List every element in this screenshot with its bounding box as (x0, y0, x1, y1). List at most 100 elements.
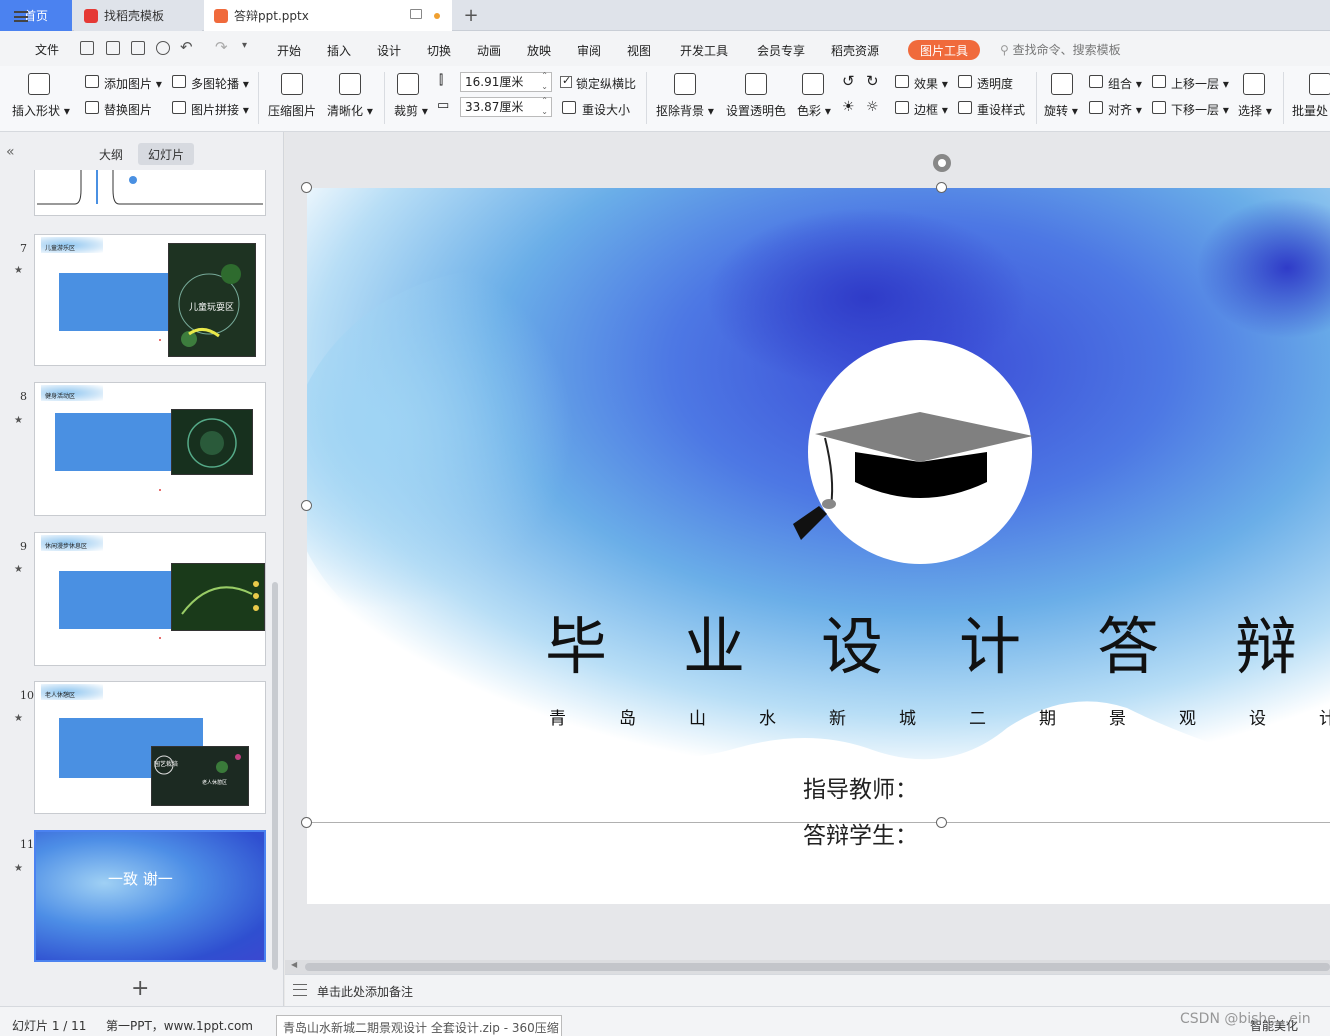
command-search[interactable]: ⚲ 查找命令、搜索模板 (1000, 41, 1121, 58)
reset-style-button[interactable]: 重设样式 (977, 101, 1025, 118)
select-button[interactable]: 选择 ▾ (1238, 102, 1272, 119)
picture-collage-button[interactable]: 图片拼接 ▾ (191, 101, 249, 118)
align-button[interactable]: 对齐 ▾ (1108, 101, 1142, 118)
customize-quickbar-icon[interactable]: ▾ (242, 40, 247, 51)
tab-home[interactable]: 首页 (0, 0, 72, 31)
set-transparent-button[interactable]: 设置透明色 (726, 102, 786, 119)
horizontal-scrollbar[interactable]: ◀ (285, 960, 1330, 974)
menu-member[interactable]: 会员专享 (757, 42, 805, 59)
slide-10-title: 老人休憩区 (45, 692, 76, 699)
insert-shape-button[interactable]: 插入形状 ▾ (12, 102, 70, 119)
slide-subtitle[interactable]: 青岛山水新城二期景观设计 (549, 704, 1330, 729)
slide-thumbnail-6[interactable] (34, 170, 266, 216)
effects-button[interactable]: 效果 ▾ (914, 75, 948, 92)
bring-forward-button[interactable]: 上移一层 ▾ (1171, 75, 1229, 92)
undo-icon[interactable]: ↶ (180, 38, 193, 56)
add-slide-button[interactable]: + (131, 976, 149, 1001)
rotate-button[interactable]: 旋转 ▾ (1044, 102, 1078, 119)
menu-slideshow[interactable]: 放映 (527, 42, 551, 59)
tab-slides[interactable]: 幻灯片 (138, 143, 194, 165)
sharpen-button[interactable]: 清晰化 ▾ (327, 102, 373, 119)
collapse-panel-icon[interactable]: « (6, 144, 15, 160)
status-bar: 幻灯片 1 / 11 第一PPT，www.1ppt.com 青岛山水新城二期景观… (0, 1006, 1330, 1036)
rotate-right-icon[interactable]: ↻ (866, 72, 879, 90)
slide-10-plan-drawing (154, 754, 241, 775)
new-tab-button[interactable]: + (458, 0, 484, 31)
print-preview-icon[interactable] (156, 41, 170, 55)
horizontal-scroll-thumb[interactable] (305, 963, 1330, 971)
hamburger-icon[interactable] (14, 11, 28, 22)
print-icon[interactable] (131, 41, 145, 55)
brightness-up-icon[interactable]: ☀ (842, 99, 855, 115)
selection-bottom-edge (307, 822, 1330, 823)
transparency-icon (958, 75, 972, 88)
menu-insert[interactable]: 插入 (327, 42, 351, 59)
reset-size-button[interactable]: 重设大小 (582, 101, 630, 118)
brightness-down-icon[interactable]: ☼ (866, 99, 879, 115)
slide-7-text-box (59, 273, 171, 331)
lock-aspect-checkbox[interactable] (560, 74, 572, 88)
height-input[interactable]: 16.91厘米 (460, 70, 552, 92)
slide-thumbnail-8[interactable]: 健身活动区 (34, 382, 266, 516)
crop-button[interactable]: 裁剪 ▾ (394, 102, 428, 119)
menu-review[interactable]: 审阅 (577, 42, 601, 59)
slide-thumbnail-11[interactable]: 一致 谢一 (34, 830, 266, 962)
panel-scrollbar[interactable] (272, 582, 278, 970)
slide-10-image-label-2: 老人休憩区 (202, 780, 228, 786)
slide-thumbnail-10[interactable]: 老人休憩区 园艺栽培 老人休憩区 (34, 681, 266, 814)
advisor-label[interactable]: 指导教师： (803, 770, 918, 804)
slide-8-text-box (55, 413, 175, 471)
save-icon[interactable] (80, 41, 94, 55)
menu-docer[interactable]: 稻壳资源 (831, 42, 879, 59)
batch-button[interactable]: 批量处 (1292, 102, 1328, 119)
multi-carousel-button[interactable]: 多图轮播 ▾ (191, 75, 249, 92)
add-picture-button[interactable]: 添加图片 ▾ (104, 75, 162, 92)
color-button[interactable]: 色彩 ▾ (797, 102, 831, 119)
menu-view[interactable]: 视图 (627, 42, 651, 59)
send-backward-button[interactable]: 下移一层 ▾ (1171, 101, 1229, 118)
resize-handle-top[interactable] (936, 182, 947, 193)
group-button[interactable]: 组合 ▾ (1108, 75, 1142, 92)
tab-picture-tools[interactable]: 图片工具 (908, 40, 980, 60)
theme-name[interactable]: 第一PPT，www.1ppt.com (106, 1017, 253, 1034)
slide-title[interactable]: 毕业设计答辩 (545, 596, 1330, 686)
slide-thumbnail-7[interactable]: 儿童游乐区 儿童玩耍区 (34, 234, 266, 366)
resize-handle-bottom-left[interactable] (301, 817, 312, 828)
remove-background-button[interactable]: 抠除背景 ▾ (656, 102, 714, 119)
notes-placeholder[interactable]: 单击此处添加备注 (317, 983, 413, 1000)
resize-handle-top-left[interactable] (301, 182, 312, 193)
resize-handle-bottom[interactable] (936, 817, 947, 828)
rotate-left-icon[interactable]: ↺ (842, 72, 855, 90)
insert-shape-icon (28, 73, 50, 95)
resize-handle-left[interactable] (301, 500, 312, 511)
tab-template[interactable]: 找稻壳模板 (74, 0, 202, 31)
slide-canvas: 毕业设计答辩 青岛山水新城二期景观设计 指导教师： 答辩学生： ◀ (285, 132, 1330, 974)
menu-design[interactable]: 设计 (377, 42, 401, 59)
replace-picture-button[interactable]: 替换图片 (104, 101, 152, 118)
tab-file[interactable]: 答辩ppt.pptx (204, 0, 452, 31)
slide-8-marker (159, 489, 161, 491)
monitor-icon[interactable] (410, 9, 422, 19)
menu-transition[interactable]: 切换 (427, 42, 451, 59)
width-input[interactable]: 33.87厘米 (460, 95, 552, 117)
menu-file[interactable]: 文件 (35, 41, 59, 58)
export-pdf-icon[interactable] (106, 41, 120, 55)
menu-developer[interactable]: 开发工具 (680, 42, 728, 59)
menu-animation[interactable]: 动画 (477, 42, 501, 59)
slide-thumbnail-9[interactable]: 休闲漫步休息区 (34, 532, 266, 666)
transparency-button[interactable]: 透明度 (977, 75, 1013, 92)
border-button[interactable]: 边框 ▾ (914, 101, 948, 118)
menu-start[interactable]: 开始 (277, 42, 301, 59)
rotate-handle-icon[interactable] (933, 154, 951, 172)
tab-bar: 首页 找稻壳模板 答辩ppt.pptx + (0, 0, 1330, 31)
tab-outline[interactable]: 大纲 (99, 146, 123, 163)
current-slide[interactable]: 毕业设计答辩 青岛山水新城二期景观设计 指导教师： 答辩学生： (307, 188, 1330, 904)
compress-picture-button[interactable]: 压缩图片 (268, 102, 316, 119)
crop-icon (397, 73, 419, 95)
effects-icon (895, 75, 909, 88)
notes-pane[interactable]: 单击此处添加备注 (285, 974, 1330, 1006)
watermark-text: CSDN @bishe...ein (1180, 1011, 1311, 1027)
scroll-left-icon[interactable]: ◀ (291, 960, 297, 969)
redo-icon[interactable]: ↷ (215, 38, 228, 56)
taskbar-popup[interactable]: 青岛山水新城二期景观设计 全套设计.zip - 360压缩 (276, 1015, 562, 1036)
